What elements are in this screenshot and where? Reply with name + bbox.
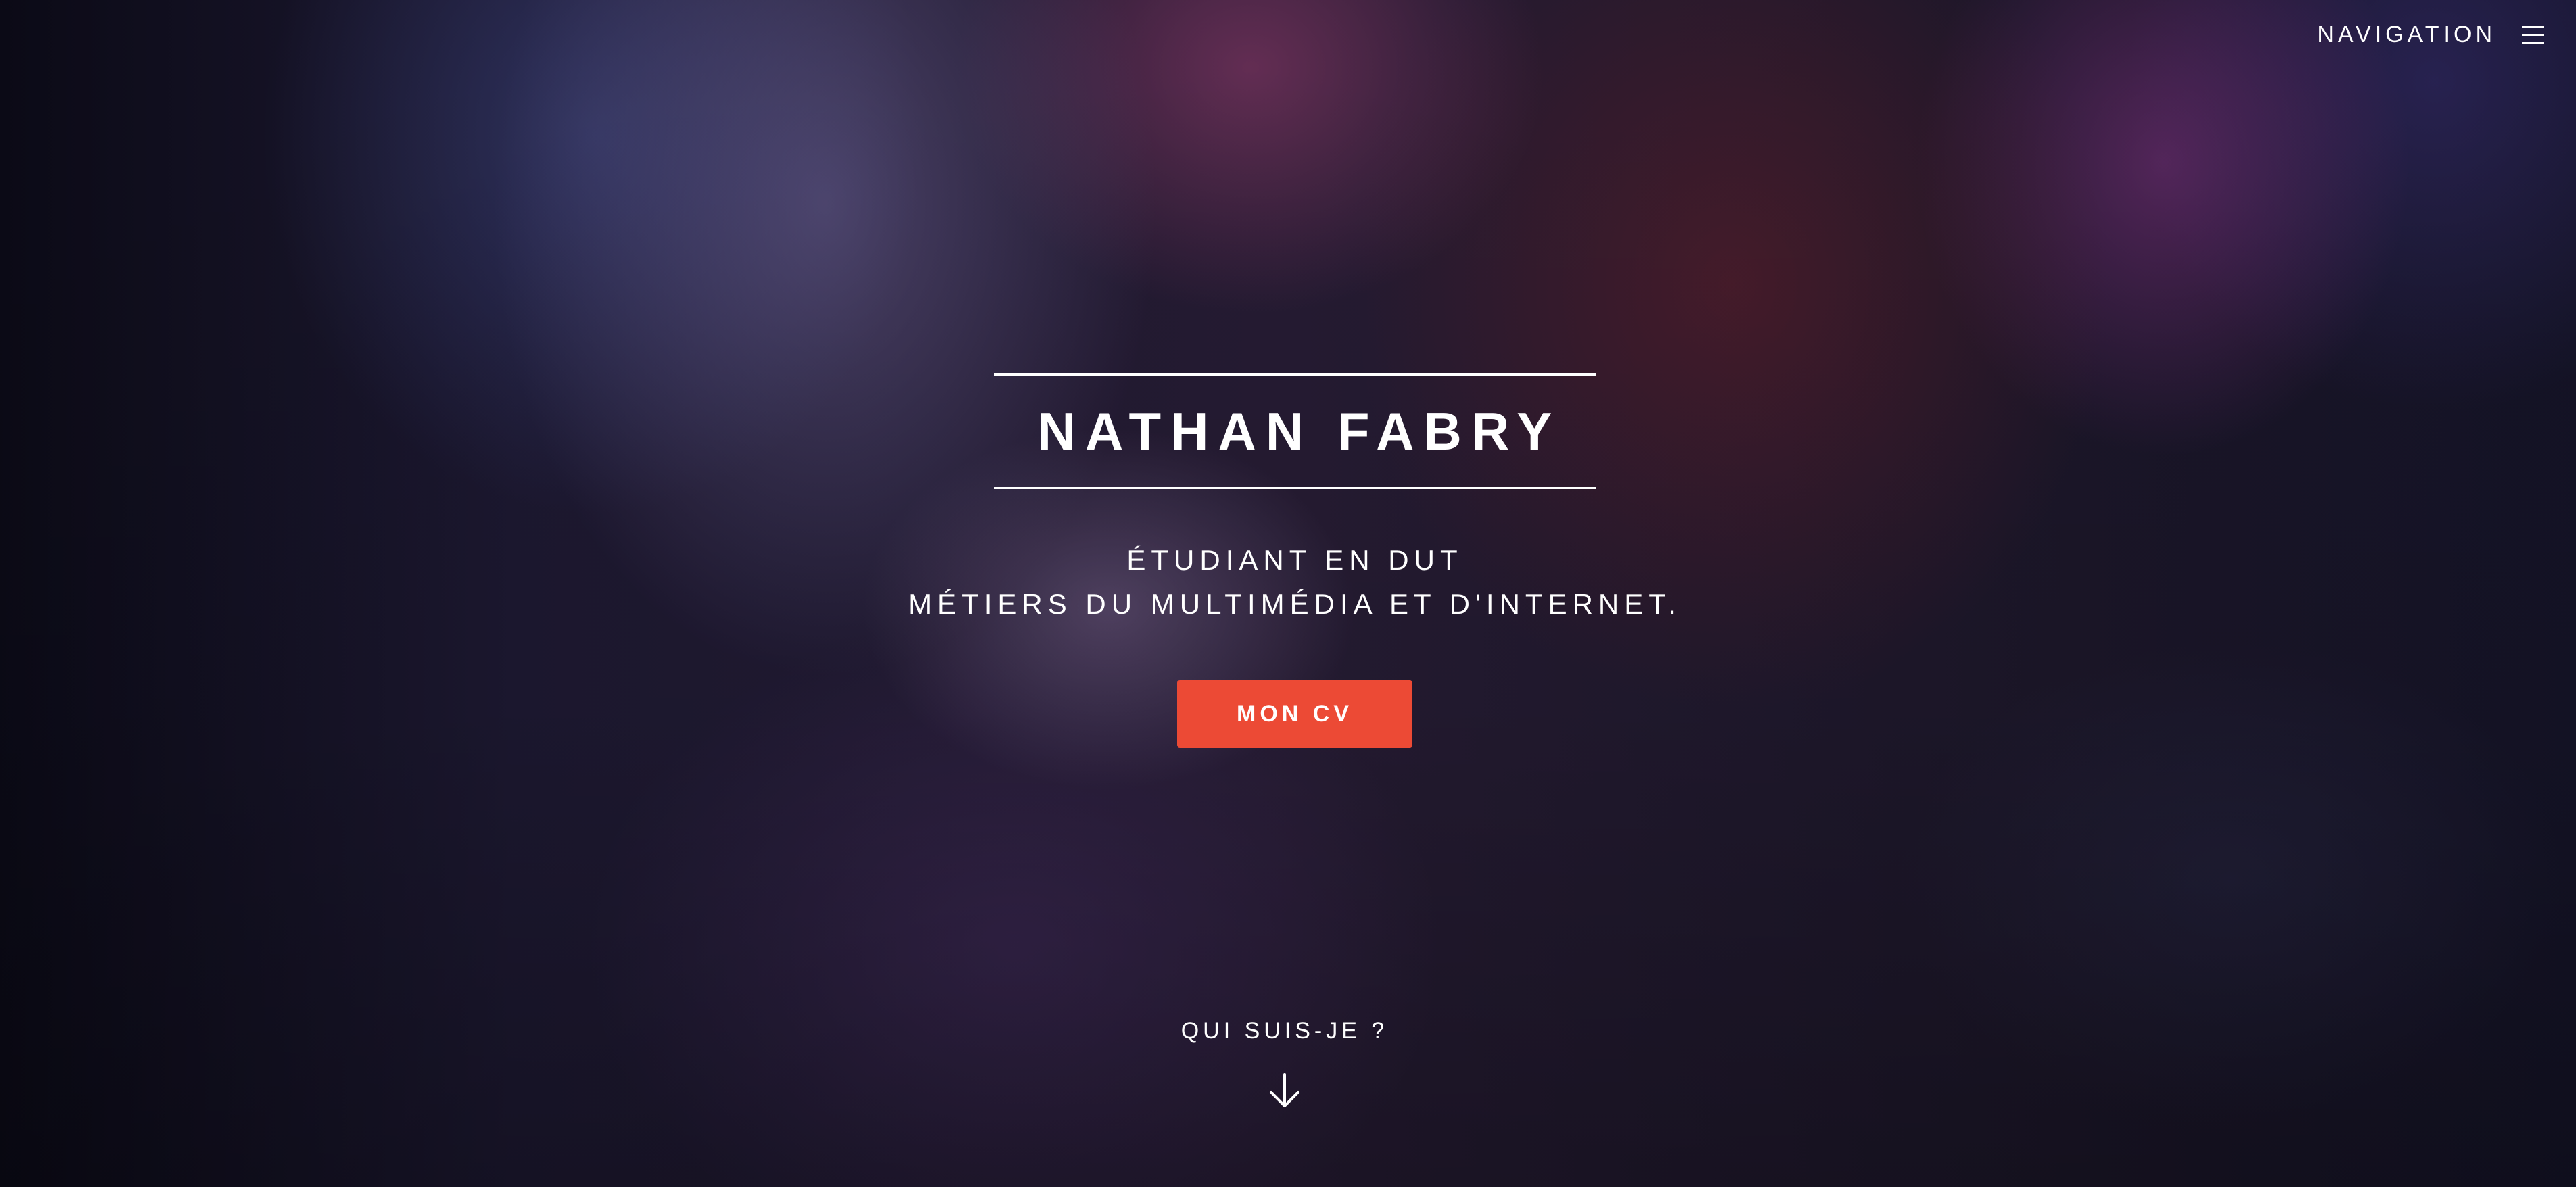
subtitle-line-1: ÉTUDIANT EN DUT [1126,544,1463,576]
about-scroll-link[interactable]: QUI SUIS-JE ? [1014,1019,1555,1042]
cv-button[interactable]: MON CV [1177,680,1412,748]
page-title: NATHAN FABRY [1037,402,1562,461]
subtitle-line-2: MÉTIERS DU MULTIMÉDIA ET D'INTERNET. [908,588,1681,620]
hero-section: NATHAN FABRY ÉTUDIANT EN DUT MÉTIERS DU … [0,0,2576,1187]
arrow-down-icon[interactable] [1264,1071,1305,1111]
name-title-frame: NATHAN FABRY [994,373,1596,489]
